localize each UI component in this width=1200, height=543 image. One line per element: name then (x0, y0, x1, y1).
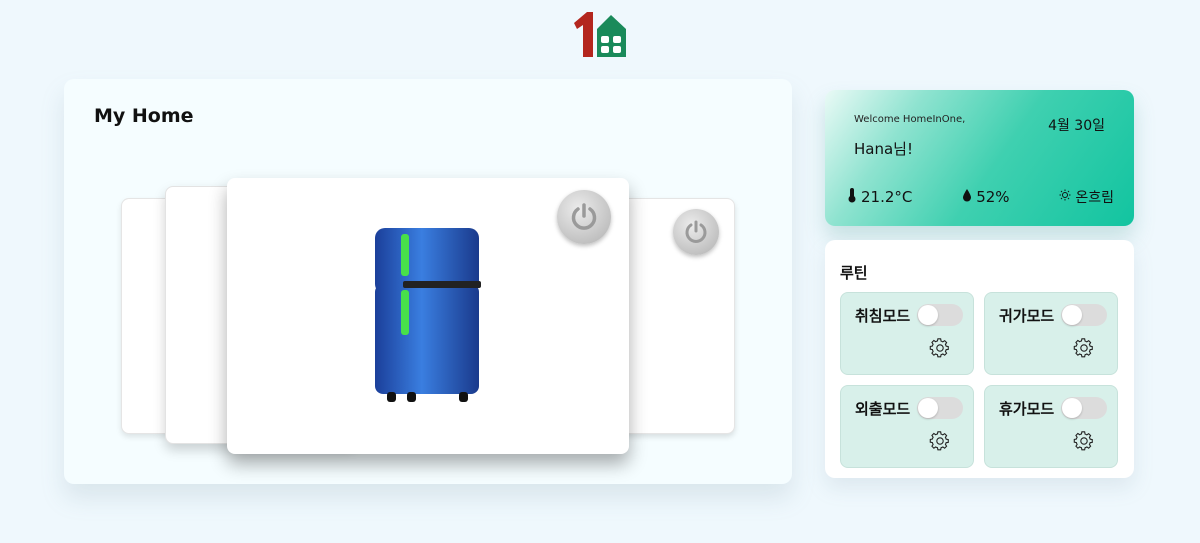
toggle-knob (1062, 398, 1082, 418)
weather-value: 온흐림 (1075, 190, 1114, 206)
mode-label: 귀가모드 (999, 307, 1055, 325)
humidity-value: 52% (976, 188, 1010, 206)
humidity: 52% (962, 188, 1010, 206)
toggle-knob (1062, 305, 1082, 325)
temperature: 21.2°C (847, 187, 912, 207)
home-title: My Home (94, 105, 194, 127)
date-label: 4월 30일 (1048, 118, 1105, 134)
gear-icon[interactable] (1073, 430, 1095, 452)
temperature-value: 21.2°C (861, 188, 913, 206)
mode-toggle[interactable] (1061, 304, 1107, 326)
homeinone-logo-icon[interactable] (571, 9, 627, 59)
mode-toggle[interactable] (1061, 397, 1107, 419)
mode-label: 휴가모드 (999, 400, 1055, 418)
mode-card-away[interactable]: 외출모드 (840, 385, 974, 468)
routine-panel: 루틴 취침모드 귀가모드 외출모드 휴가모드 (825, 240, 1134, 478)
thermometer-icon (847, 187, 857, 207)
weather: 온흐림 (1059, 187, 1114, 207)
welcome-greeting: Welcome HomeInOne, (854, 114, 966, 125)
gear-icon[interactable] (929, 337, 951, 359)
toggle-knob (918, 305, 938, 325)
sun-icon (1059, 189, 1071, 205)
gear-icon[interactable] (929, 430, 951, 452)
my-home-panel: My Home (64, 79, 792, 484)
power-icon[interactable] (673, 209, 719, 255)
mode-card-vacation[interactable]: 휴가모드 (984, 385, 1118, 468)
mode-label: 외출모드 (855, 400, 911, 418)
user-name: Hana님! (854, 140, 913, 158)
gear-icon[interactable] (1073, 337, 1095, 359)
mode-toggle[interactable] (917, 304, 963, 326)
toggle-knob (918, 398, 938, 418)
weather-row: 21.2°C 52% 온흐림 (847, 187, 1114, 207)
power-icon[interactable] (557, 190, 611, 244)
mode-card-sleep[interactable]: 취침모드 (840, 292, 974, 375)
welcome-card: Welcome HomeInOne, Hana님! 4월 30일 21.2°C … (825, 90, 1134, 226)
refrigerator-icon (371, 226, 483, 408)
routine-title: 루틴 (840, 264, 868, 282)
mode-card-home[interactable]: 귀가모드 (984, 292, 1118, 375)
mode-toggle[interactable] (917, 397, 963, 419)
mode-label: 취침모드 (855, 307, 911, 325)
droplet-icon (962, 188, 972, 206)
device-card-active[interactable] (227, 178, 629, 454)
